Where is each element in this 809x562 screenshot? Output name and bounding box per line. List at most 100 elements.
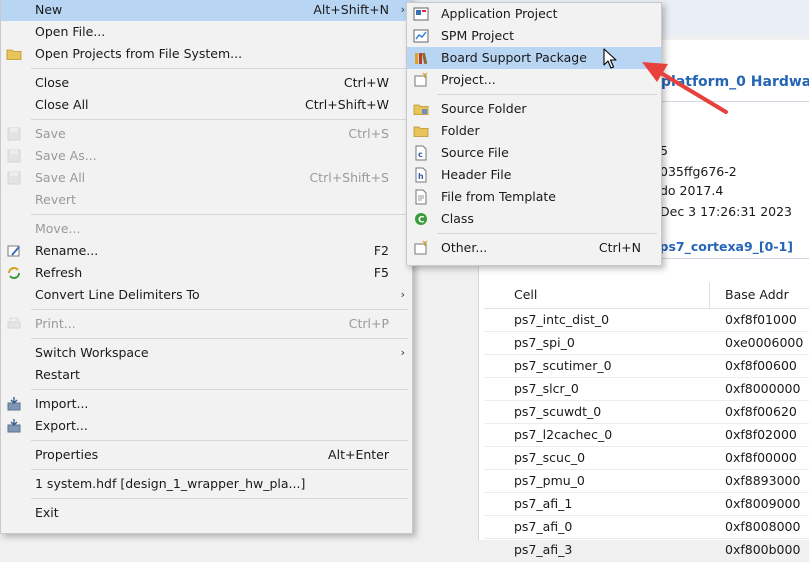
menu-item-shortcut: Alt+Shift+N	[313, 2, 389, 17]
menu-item-convert-line-delimiters-to[interactable]: Convert Line Delimiters To ›	[1, 284, 412, 306]
menu-separator	[1, 495, 412, 502]
menu-item-label: Source Folder	[441, 101, 527, 116]
folder-icon	[6, 46, 22, 62]
cell-name: ps7_afi_1	[514, 496, 573, 511]
svg-text:c: c	[418, 150, 423, 159]
menu-item-label: SPM Project	[441, 28, 514, 43]
menu-item-label: Save As...	[35, 148, 97, 163]
menu-item-class[interactable]: C Class	[407, 208, 661, 230]
menu-item-switch-workspace[interactable]: Switch Workspace ›	[1, 342, 412, 364]
menu-item-other[interactable]: Other... Ctrl+N	[407, 237, 661, 259]
menu-item-source-file[interactable]: c Source File	[407, 142, 661, 164]
menu-item-label: Move...	[35, 221, 81, 236]
source-folder-icon	[413, 101, 429, 117]
save-all-icon	[6, 170, 22, 186]
file-template-icon	[413, 189, 429, 205]
header-file-icon: h	[413, 167, 429, 183]
menu-item-save: Save Ctrl+S	[1, 123, 412, 145]
menu-item-spm-project[interactable]: SPM Project	[407, 25, 661, 47]
menu-item-application-project[interactable]: Application Project	[407, 3, 661, 25]
cell-base-addr: 0xf8f00620	[725, 404, 797, 419]
table-row: ps7_scuwdt_0 0xf8f00620	[484, 401, 809, 424]
cell-name: ps7_l2cachec_0	[514, 427, 613, 442]
section-divider	[661, 258, 809, 259]
menu-icon-slot	[6, 192, 22, 208]
menu-item-label: 1 system.hdf [design_1_wrapper_hw_pla...…	[35, 476, 306, 491]
cell-base-addr: 0xf8f01000	[725, 312, 797, 327]
column-divider	[709, 282, 710, 308]
column-header-cell: Cell	[514, 287, 538, 302]
menu-item-open-file[interactable]: Open File...	[1, 21, 412, 43]
table-row: ps7_intc_dist_0 0xf8f01000	[484, 309, 809, 332]
menu-icon-slot	[6, 345, 22, 361]
menu-item-shortcut: Ctrl+N	[598, 240, 641, 255]
processor-section-link[interactable]: r ps7_cortexa9_[0-1]	[649, 239, 793, 254]
save-icon	[6, 126, 22, 142]
menu-item-print: Print... Ctrl+P	[1, 313, 412, 335]
menu-item-new[interactable]: New Alt+Shift+N ›	[1, 0, 412, 21]
cell-base-addr: 0xf8f02000	[725, 427, 797, 442]
menu-item-folder[interactable]: Folder	[407, 120, 661, 142]
new-submenu: Application Project SPM Project Board Supp…	[406, 2, 662, 266]
table-row: ps7_scuc_0 0xf8f00000	[484, 447, 809, 470]
menu-separator	[1, 211, 412, 218]
menu-item-open-projects-from-file-system[interactable]: Open Projects from File System...	[1, 43, 412, 65]
menu-separator	[1, 466, 412, 473]
menu-item-label: Revert	[35, 192, 76, 207]
menu-item-import[interactable]: Import...	[1, 393, 412, 415]
menu-item-project[interactable]: Project...	[407, 69, 661, 91]
menu-item-close[interactable]: Close Ctrl+W	[1, 72, 412, 94]
menu-separator	[1, 65, 412, 72]
annotation-arrow-icon	[642, 62, 728, 114]
menu-item-shortcut: Ctrl+P	[348, 316, 389, 331]
menu-item-shortcut: Ctrl+Shift+W	[305, 97, 389, 112]
menu-item-restart[interactable]: Restart	[1, 364, 412, 386]
menu-item-label: Exit	[35, 505, 59, 520]
cell-name: ps7_scuwdt_0	[514, 404, 602, 419]
menu-item-label: Properties	[35, 447, 99, 462]
export-icon	[6, 418, 22, 434]
cell-base-addr: 0xf8f00000	[725, 450, 797, 465]
menu-item-label: Convert Line Delimiters To	[35, 287, 200, 302]
menu-item-1-system-hdf-design-1-wrapper-hw-pla[interactable]: 1 system.hdf [design_1_wrapper_hw_pla...…	[1, 473, 412, 495]
menu-icon-slot	[6, 75, 22, 91]
menu-item-label: Source File	[441, 145, 509, 160]
menu-icon-slot	[6, 97, 22, 113]
menu-item-header-file[interactable]: h Header File	[407, 164, 661, 186]
info-line: do 2017.4	[660, 183, 724, 198]
menu-item-label: Project...	[441, 72, 496, 87]
menu-item-label: Open File...	[35, 24, 106, 39]
cell-base-addr: 0xf8008000	[725, 519, 801, 534]
bsp-icon	[413, 50, 429, 66]
menu-item-file-from-template[interactable]: File from Template	[407, 186, 661, 208]
cell-name: ps7_afi_0	[514, 519, 573, 534]
spm-project-icon	[413, 28, 429, 44]
menu-item-label: Restart	[35, 367, 80, 382]
cell-base-addr: 0xe0006000	[725, 335, 804, 350]
rename-icon	[6, 243, 22, 259]
menu-item-exit[interactable]: Exit	[1, 502, 412, 524]
menu-item-close-all[interactable]: Close All Ctrl+Shift+W	[1, 94, 412, 116]
menu-item-save-as: Save As...	[1, 145, 412, 167]
menu-item-board-support-package[interactable]: Board Support Package	[407, 47, 661, 69]
menu-icon-slot	[6, 24, 22, 40]
menu-item-label: Other...	[441, 240, 488, 255]
menu-item-export[interactable]: Export...	[1, 415, 412, 437]
menu-item-properties[interactable]: Properties Alt+Enter	[1, 444, 412, 466]
class-icon: C	[413, 211, 429, 227]
menu-item-save-all: Save All Ctrl+Shift+S	[1, 167, 412, 189]
menu-item-label: Export...	[35, 418, 88, 433]
table-row: ps7_l2cachec_0 0xf8f02000	[484, 424, 809, 447]
menu-item-refresh[interactable]: Refresh F5	[1, 262, 412, 284]
table-row: ps7_afi_1 0xf8009000	[484, 493, 809, 516]
menu-icon-slot	[6, 287, 22, 303]
project-icon	[413, 72, 429, 88]
menu-item-label: Rename...	[35, 243, 99, 258]
menu-item-label: Application Project	[441, 6, 558, 21]
menu-item-label: Open Projects from File System...	[35, 46, 243, 61]
cell-name: ps7_slcr_0	[514, 381, 579, 396]
svg-text:C: C	[418, 216, 425, 226]
menu-item-source-folder[interactable]: Source Folder	[407, 98, 661, 120]
menu-separator	[1, 386, 412, 393]
menu-item-rename[interactable]: Rename... F2	[1, 240, 412, 262]
